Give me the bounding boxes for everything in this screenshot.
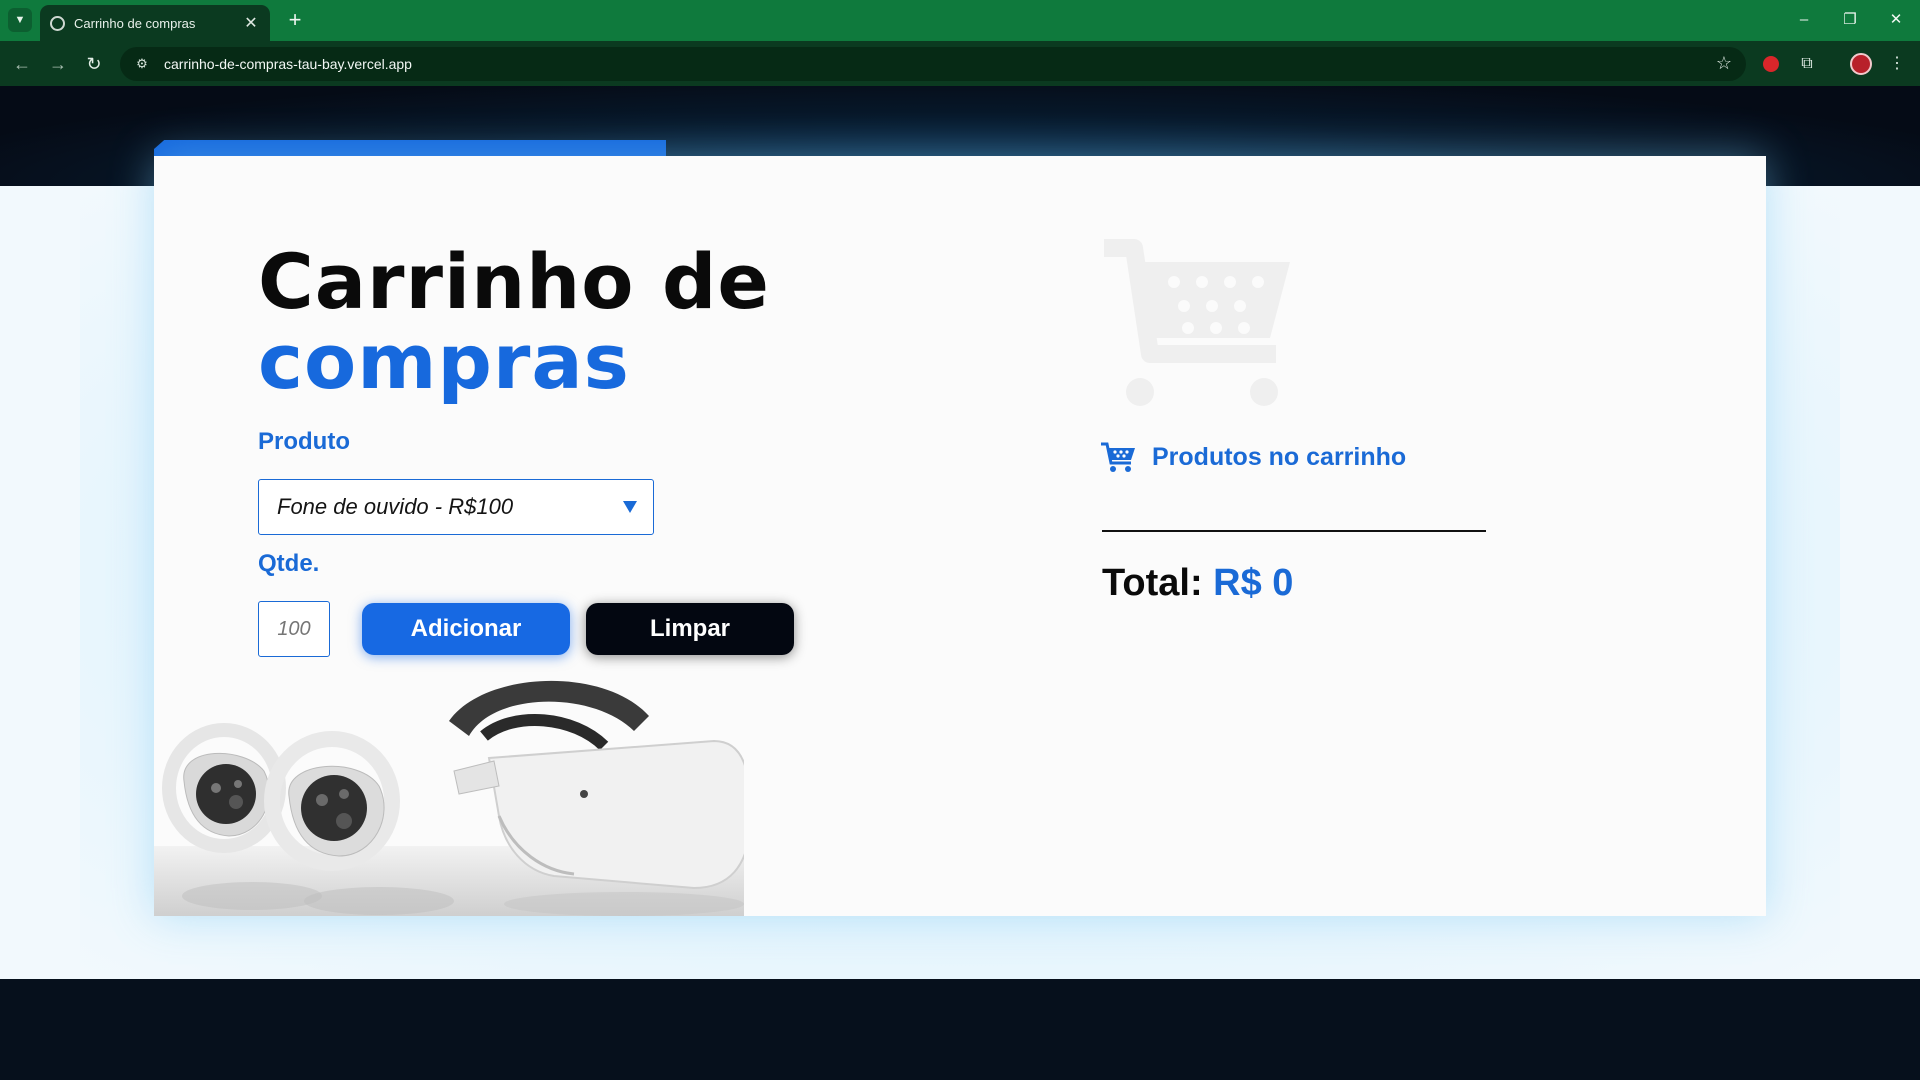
- forward-arrow-icon[interactable]: →: [44, 50, 72, 78]
- kebab-menu-icon[interactable]: ⋮: [1884, 51, 1910, 77]
- back-arrow-icon[interactable]: ←: [8, 50, 36, 78]
- product-select-value: Fone de ouvido - R$100: [277, 494, 514, 519]
- product-select[interactable]: Fone de ouvido - R$100: [258, 479, 654, 535]
- chevron-down-icon[interactable]: ▼: [8, 8, 32, 32]
- profile-avatar-icon[interactable]: [1848, 51, 1874, 77]
- page-title-line1: Carrinho de: [258, 237, 770, 326]
- reload-icon[interactable]: ↻: [80, 50, 108, 78]
- url-text[interactable]: carrinho-de-compras-tau-bay.vercel.app: [164, 56, 412, 72]
- browser-tab[interactable]: Carrinho de compras ✕: [40, 5, 270, 41]
- page: Carrinho de compras Produto Fone de ouvi…: [0, 86, 1920, 1080]
- total-row: Total: R$ 0: [1102, 562, 1293, 605]
- browser-tab-strip: ▼ Carrinho de compras ✕ + – ❐ ✕: [0, 0, 1920, 41]
- close-icon[interactable]: ✕: [242, 13, 260, 33]
- cart-card: Carrinho de compras Produto Fone de ouvi…: [154, 156, 1766, 916]
- cart-heading: Produtos no carrinho: [1100, 441, 1406, 473]
- total-label: Total:: [1102, 562, 1203, 604]
- shopping-cart-icon: [1104, 239, 1290, 406]
- add-button[interactable]: Adicionar: [362, 603, 570, 655]
- page-title-line2: compras: [258, 317, 630, 406]
- cart-heading-text: Produtos no carrinho: [1152, 442, 1407, 471]
- quantity-input[interactable]: [258, 601, 330, 657]
- cart-icon: [1101, 442, 1135, 472]
- caret-down-icon: [623, 501, 637, 513]
- puzzle-extensions-icon[interactable]: ⧉: [1794, 51, 1820, 77]
- site-info-icon[interactable]: ⚙: [130, 52, 154, 76]
- product-label: Produto: [258, 428, 350, 455]
- close-icon[interactable]: ✕: [1876, 6, 1916, 34]
- plus-icon[interactable]: +: [282, 8, 308, 34]
- address-bar[interactable]: ⚙ carrinho-de-compras-tau-bay.vercel.app…: [120, 47, 1746, 81]
- tab-title: Carrinho de compras: [74, 15, 196, 31]
- clear-button[interactable]: Limpar: [586, 603, 794, 655]
- vr-headset-image: [154, 680, 744, 916]
- minimize-icon[interactable]: –: [1784, 6, 1824, 34]
- total-value: R$ 0: [1213, 562, 1294, 604]
- extension-red-icon[interactable]: [1758, 51, 1784, 77]
- bookmark-star-icon[interactable]: ☆: [1716, 53, 1732, 74]
- globe-icon: [50, 15, 65, 31]
- background-bottom-band: [0, 979, 1920, 1080]
- divider: [1102, 530, 1486, 532]
- restore-icon[interactable]: ❐: [1830, 6, 1870, 34]
- browser-toolbar: ← → ↻ ⚙ carrinho-de-compras-tau-bay.verc…: [0, 41, 1920, 86]
- quantity-label: Qtde.: [258, 550, 320, 577]
